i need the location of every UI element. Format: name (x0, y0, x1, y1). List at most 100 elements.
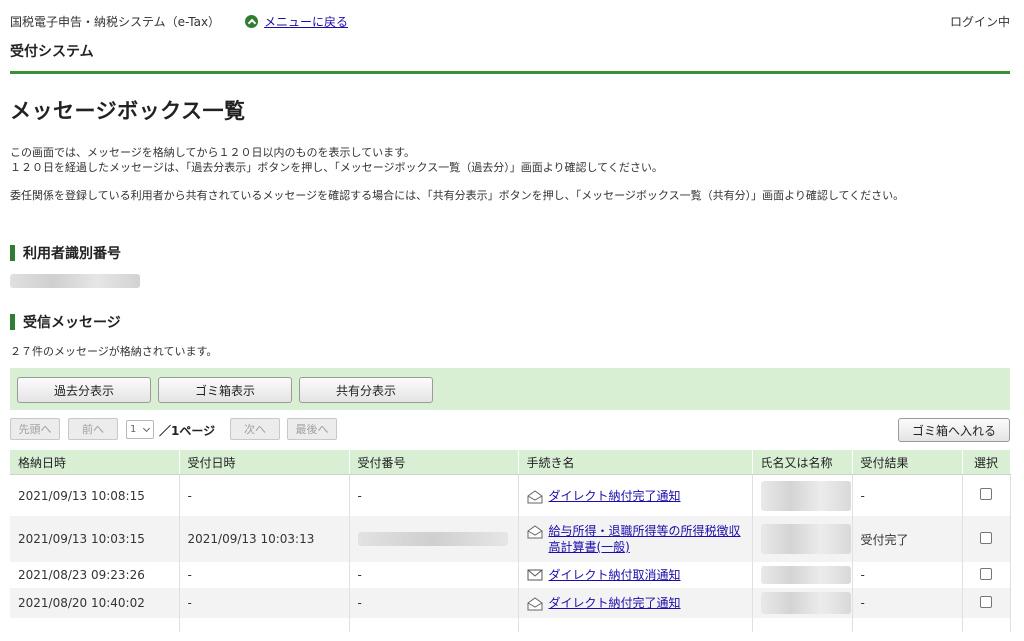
table-row: 2021/08/20 10:40:02 - - ダイレクト納付完了通知 - (10, 588, 1011, 618)
section-bar (10, 314, 15, 330)
redacted-name (760, 566, 851, 584)
envelope-open-icon (527, 489, 542, 503)
procedure-link[interactable]: ダイレクト納付完了通知 (549, 595, 681, 611)
section-title: 受信メッセージ (23, 315, 121, 331)
action-panel: 過去分表示 ゴミ箱表示 共有分表示 (10, 368, 1010, 410)
top-header: 国税電子申告・納税システム（e-Tax） メニューに戻る ログイン中 受付システ… (0, 0, 1024, 75)
envelope-closed-icon (527, 569, 542, 581)
result: - (852, 474, 963, 516)
description-line: １２０日を経過したメッセージは、「過去分表示」ボタンを押し、「メッセージボックス… (10, 161, 663, 174)
section-heading-inbox: 受信メッセージ (10, 312, 121, 332)
section-heading-user-id: 利用者識別番号 (10, 243, 121, 263)
chevron-up-circle-icon (245, 15, 258, 28)
envelope-open-icon (527, 525, 542, 539)
table-header-row: 格納日時 受付日時 受付番号 手続き名 氏名又は名称 受付結果 選択 (10, 450, 1011, 475)
redacted-name (760, 592, 851, 614)
name-cell-redacted (752, 516, 853, 562)
first-page-button[interactable]: 先頭へ (10, 418, 60, 440)
page-select-value: 1 (130, 424, 137, 435)
select-cell (962, 474, 1011, 516)
header-procedure-name[interactable]: 手続き名 (518, 450, 753, 475)
message-table: 格納日時 受付日時 受付番号 手続き名 氏名又は名称 受付結果 選択 2021/… (10, 450, 1011, 632)
select-checkbox[interactable] (980, 567, 992, 580)
section-bar (10, 245, 15, 261)
header-divider (10, 71, 1010, 74)
page-title: メッセージボックス一覧 (10, 99, 246, 123)
procedure-link[interactable]: ダイレクト納付完了通知 (549, 488, 681, 504)
name-cell-redacted (752, 474, 853, 516)
shared-messages-button[interactable]: 共有分表示 (299, 377, 433, 403)
receipt-number-redacted (349, 516, 519, 562)
stored-datetime: 2021/08/20 10:40:02 (10, 588, 180, 618)
next-page-button[interactable]: 次へ (230, 418, 280, 440)
past-messages-button[interactable]: 過去分表示 (17, 377, 151, 403)
prev-page-button[interactable]: 前へ (68, 418, 118, 440)
pagination: 先頭へ 前へ 1 ／1ページ 次へ 最後へ ゴミ箱へ入れる (10, 418, 1010, 442)
empty-cell (518, 618, 753, 632)
login-status: ログイン中 (949, 15, 1010, 29)
stored-datetime: 2021/09/13 10:03:15 (10, 516, 180, 562)
redacted-number (357, 532, 508, 546)
empty-cell (10, 618, 180, 632)
empty-cell (752, 618, 853, 632)
back-to-menu[interactable]: メニューに戻る (245, 13, 348, 30)
select-checkbox[interactable] (980, 488, 992, 500)
received-datetime: - (179, 588, 350, 618)
table-row: 2021/09/13 10:08:15 - - ダイレクト納付完了通知 - (10, 474, 1011, 516)
received-datetime: - (179, 562, 350, 588)
table-row-partial (10, 618, 1011, 632)
table-row: 2021/09/13 10:03:15 2021/09/13 10:03:13 … (10, 516, 1011, 562)
header-receipt-number[interactable]: 受付番号 (349, 450, 519, 475)
empty-cell (179, 618, 350, 632)
name-cell-redacted (752, 562, 853, 588)
subsystem-name: 受付システム (10, 44, 94, 60)
select-checkbox[interactable] (980, 595, 992, 608)
select-cell (962, 516, 1011, 562)
header-result[interactable]: 受付結果 (852, 450, 963, 475)
header-stored-datetime[interactable]: 格納日時 (10, 450, 180, 475)
trash-view-button[interactable]: ゴミ箱表示 (158, 377, 292, 403)
result: - (852, 562, 963, 588)
envelope-open-icon (527, 597, 542, 611)
receipt-number: - (349, 588, 519, 618)
empty-cell (349, 618, 519, 632)
header-received-datetime[interactable]: 受付日時 (179, 450, 350, 475)
user-id-value-redacted (10, 274, 140, 288)
header-name[interactable]: 氏名又は名称 (752, 450, 853, 475)
redacted-name (760, 480, 851, 511)
chevron-down-icon (142, 424, 151, 433)
result: 受付完了 (852, 516, 963, 562)
procedure-cell: ダイレクト納付取消通知 (518, 562, 753, 588)
procedure-cell: 給与所得・退職所得等の所得税徴収高計算書(一般) (518, 516, 753, 562)
system-name: 国税電子申告・納税システム（e-Tax） (10, 15, 221, 29)
page-total: ／1ページ (159, 424, 216, 438)
table-row: 2021/08/23 09:23:26 - - ダイレクト納付取消通知 - (10, 562, 1011, 588)
select-checkbox[interactable] (980, 531, 992, 544)
result: - (852, 588, 963, 618)
description-2: 委任関係を登録している利用者から共有されているメッセージを確認する場合には、「共… (10, 189, 905, 202)
last-page-button[interactable]: 最後へ (287, 418, 337, 440)
description-1: この画面では、メッセージを格納してから１２０日以内のものを表示しています。 １２… (10, 145, 1012, 175)
receipt-number: - (349, 562, 519, 588)
receipt-number: - (349, 474, 519, 516)
received-datetime: - (179, 474, 350, 516)
empty-cell (852, 618, 963, 632)
move-to-trash-button[interactable]: ゴミ箱へ入れる (898, 418, 1010, 442)
redacted-name (760, 524, 851, 554)
empty-cell (962, 618, 1011, 632)
select-cell (962, 562, 1011, 588)
description-line: この画面では、メッセージを格納してから１２０日以内のものを表示しています。 (10, 146, 416, 159)
procedure-link[interactable]: ダイレクト納付取消通知 (549, 567, 681, 583)
stored-datetime: 2021/08/23 09:23:26 (10, 562, 180, 588)
header-select: 選択 (962, 450, 1011, 475)
message-count: ２７件のメッセージが格納されています。 (10, 345, 218, 358)
page-select[interactable]: 1 (126, 420, 154, 439)
procedure-cell: ダイレクト納付完了通知 (518, 474, 753, 516)
select-cell (962, 588, 1011, 618)
name-cell-redacted (752, 588, 853, 618)
procedure-cell: ダイレクト納付完了通知 (518, 588, 753, 618)
procedure-link[interactable]: 給与所得・退職所得等の所得税徴収高計算書(一般) (549, 523, 744, 555)
stored-datetime: 2021/09/13 10:08:15 (10, 474, 180, 516)
section-title: 利用者識別番号 (23, 246, 121, 262)
back-to-menu-link[interactable]: メニューに戻る (264, 13, 348, 30)
